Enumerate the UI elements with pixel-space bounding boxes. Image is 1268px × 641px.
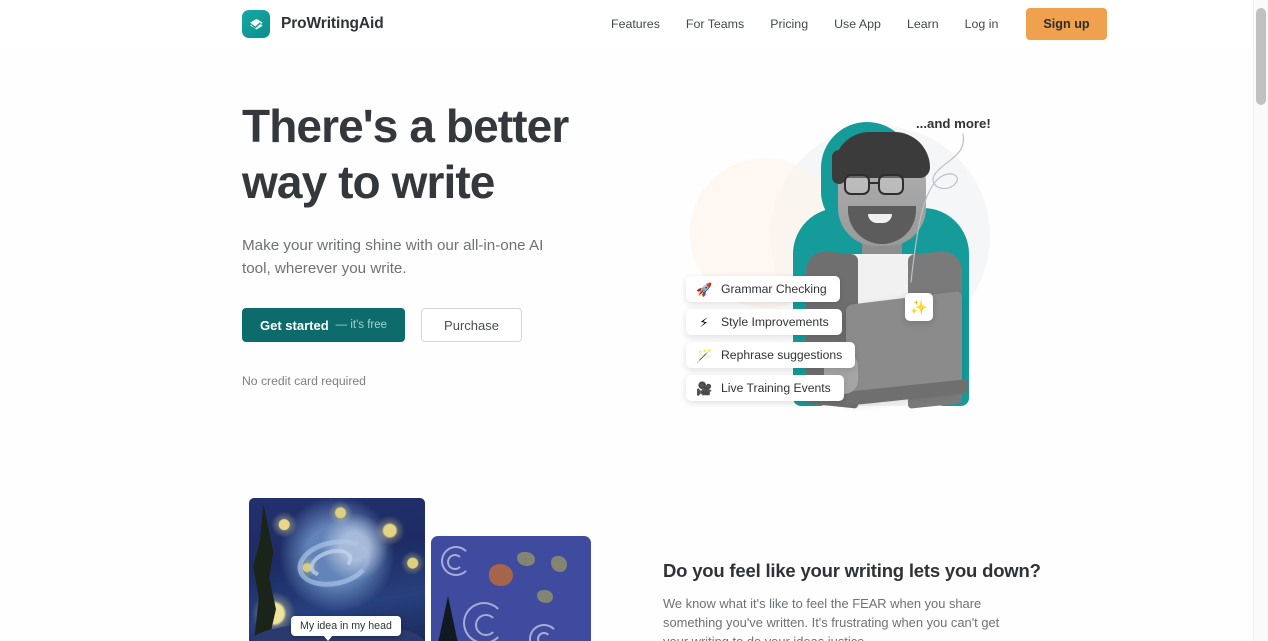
get-started-note: — it's free <box>335 319 388 331</box>
lower-section-title: Do you feel like your writing lets you d… <box>663 560 1041 581</box>
hero-copy: There's a better way to write Make your … <box>242 98 642 388</box>
feature-chip-label: Rephrase suggestions <box>721 348 843 362</box>
main-nav: Features For Teams Pricing Use App Learn… <box>598 0 1107 48</box>
lightning-icon: ⚡ <box>699 314 709 330</box>
scrollbar-thumb[interactable] <box>1256 8 1266 105</box>
feature-chip-list: 🚀 Grammar Checking ⚡ Style Improvements … <box>686 276 856 401</box>
hero-section: There's a better way to write Make your … <box>0 48 1253 478</box>
site-header: ProWritingAid Features For Teams Pricing… <box>0 0 1253 48</box>
feature-chip-grammar-checking[interactable]: 🚀 Grammar Checking <box>686 276 840 302</box>
hero-title: There's a better way to write <box>242 100 569 208</box>
nav-link-log-in[interactable]: Log in <box>952 0 1012 48</box>
lower-section-body: We know what it's like to feel the FEAR … <box>663 596 1000 641</box>
sparkles-chip[interactable]: ✨ <box>905 293 933 321</box>
idea-vs-result-illustration: My idea in my head <box>249 498 599 641</box>
prowritingaid-logo-icon <box>242 10 270 38</box>
sparkles-icon: ✨ <box>910 298 928 315</box>
magic-wand-icon: 🪄 <box>696 347 713 363</box>
idea-tooltip: My idea in my head <box>291 616 401 641</box>
feature-chip-label: Grammar Checking <box>721 282 827 296</box>
feature-chip-label: Live Training Events <box>721 381 831 395</box>
curved-arrow-decor <box>910 133 964 283</box>
rocket-icon: 🚀 <box>696 281 713 297</box>
feature-chip-label: Style Improvements <box>721 315 829 329</box>
feature-chip-style-improvements[interactable]: ⚡ Style Improvements <box>686 309 842 335</box>
feature-chip-rephrase-suggestions[interactable]: 🪄 Rephrase suggestions <box>686 342 856 368</box>
page-root: ProWritingAid Features For Teams Pricing… <box>0 0 1268 641</box>
browser-viewport: ProWritingAid Features For Teams Pricing… <box>0 0 1253 641</box>
eyeglasses-icon <box>844 174 870 195</box>
lower-section: My idea in my head Do you feel like your… <box>0 478 1253 641</box>
nav-link-features[interactable]: Features <box>598 0 673 48</box>
hero-subtitle: Make your writing shine with our all-in-… <box>242 237 544 277</box>
page-scrollbar[interactable] <box>1253 0 1268 641</box>
get-started-label: Get started <box>260 317 329 333</box>
brand-logo-link[interactable]: ProWritingAid <box>242 10 384 38</box>
crude-sketch-painting <box>431 536 591 641</box>
hero-cta-row: Get started — it's free Purchase <box>242 308 642 342</box>
get-started-button[interactable]: Get started — it's free <box>242 308 406 342</box>
and-more-annotation: ...and more! <box>916 116 991 131</box>
sign-up-button[interactable]: Sign up <box>1026 8 1107 40</box>
lower-text-block: Do you feel like your writing lets you d… <box>663 560 1041 641</box>
purchase-button[interactable]: Purchase <box>421 308 522 342</box>
nav-link-for-teams[interactable]: For Teams <box>673 0 757 48</box>
movie-camera-icon: 🎥 <box>696 380 713 396</box>
nav-link-use-app[interactable]: Use App <box>821 0 894 48</box>
nav-link-learn[interactable]: Learn <box>894 0 952 48</box>
no-credit-card-note: No credit card required <box>242 374 366 388</box>
brand-name: ProWritingAid <box>281 15 384 32</box>
feature-chip-live-training-events[interactable]: 🎥 Live Training Events <box>686 375 844 401</box>
nav-link-pricing[interactable]: Pricing <box>757 0 821 48</box>
hero-illustration: 🚀 Grammar Checking ⚡ Style Improvements … <box>650 98 1050 438</box>
